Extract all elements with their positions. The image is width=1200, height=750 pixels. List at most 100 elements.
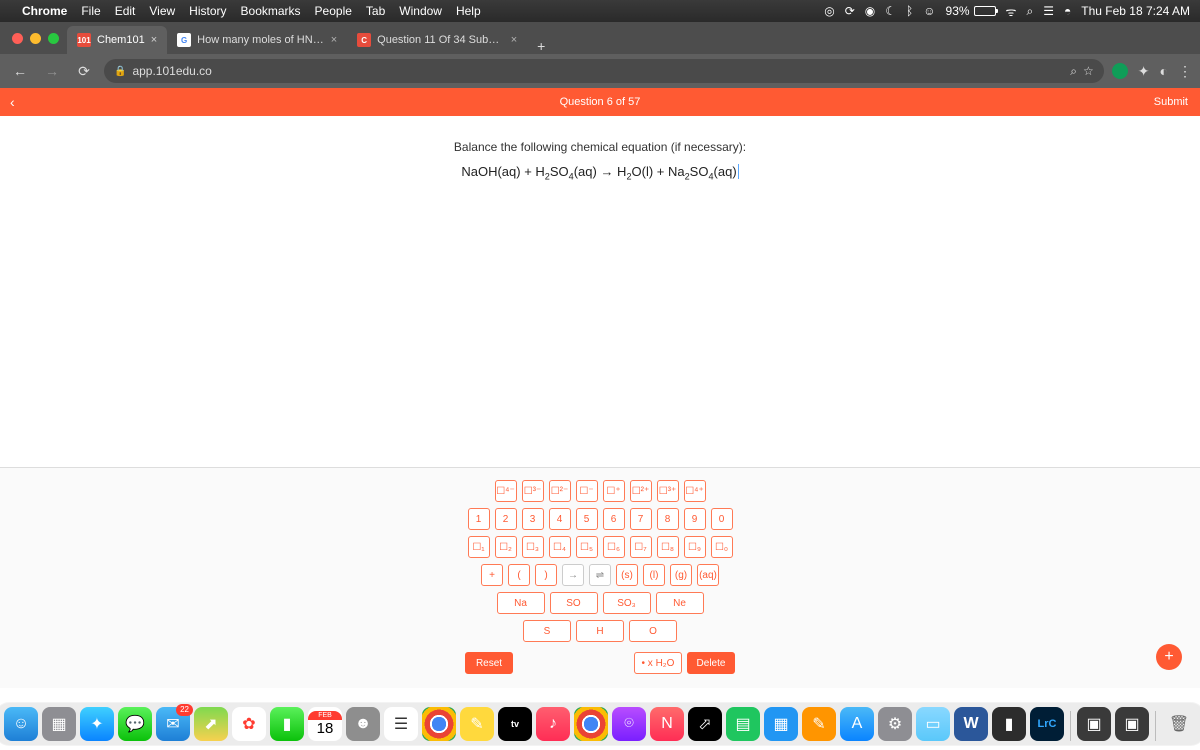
- window-minimize[interactable]: [30, 33, 41, 44]
- new-tab-button[interactable]: +: [527, 38, 555, 54]
- bluetooth-icon[interactable]: ᛒ: [906, 4, 913, 18]
- dock-chrome-2[interactable]: [574, 707, 608, 741]
- key-digit-3[interactable]: 4: [549, 508, 571, 530]
- dock-contacts[interactable]: ☻: [346, 707, 380, 741]
- dock-numbers[interactable]: ▤: [726, 707, 760, 741]
- menu-bookmarks[interactable]: Bookmarks: [241, 4, 301, 18]
- key-digit-4[interactable]: 5: [576, 508, 598, 530]
- key-subscript-5[interactable]: ☐₆: [603, 536, 625, 558]
- dock-safari[interactable]: ✦: [80, 707, 114, 741]
- battery-indicator[interactable]: 93%: [946, 4, 996, 18]
- key-na[interactable]: Na: [497, 592, 545, 614]
- key-charge-3[interactable]: ☐⁻: [576, 480, 598, 502]
- dock-maps[interactable]: ⬈: [194, 707, 228, 741]
- key-h[interactable]: H: [576, 620, 624, 642]
- chrome-menu-icon[interactable]: ⋮: [1178, 63, 1192, 80]
- wifi-icon[interactable]: ᯤ: [1006, 3, 1017, 20]
- dock-tv[interactable]: tv: [498, 707, 532, 741]
- key-s[interactable]: S: [523, 620, 571, 642]
- grammarly-icon[interactable]: ◎: [824, 4, 834, 18]
- dock-pages[interactable]: ✎: [802, 707, 836, 741]
- key-charge-6[interactable]: ☐³⁺: [657, 480, 679, 502]
- key-digit-1[interactable]: 2: [495, 508, 517, 530]
- dock-photos[interactable]: ✿: [232, 707, 266, 741]
- dock-word[interactable]: W: [954, 707, 988, 741]
- key-charge-5[interactable]: ☐²⁺: [630, 480, 652, 502]
- key-subscript-9[interactable]: ☐₀: [711, 536, 733, 558]
- dock-podcasts[interactable]: ⌾: [612, 707, 646, 741]
- menu-app[interactable]: Chrome: [22, 4, 67, 18]
- siri-icon[interactable]: ◓: [1064, 4, 1071, 18]
- dock-keynote[interactable]: ▦: [764, 707, 798, 741]
- question-back[interactable]: ‹: [10, 94, 15, 110]
- url-input[interactable]: 🔒 app.101edu.co ⌕ ☆: [104, 59, 1104, 83]
- key-digit-6[interactable]: 7: [630, 508, 652, 530]
- key-subscript-6[interactable]: ☐₇: [630, 536, 652, 558]
- key-ne[interactable]: Ne: [656, 592, 704, 614]
- key-digit-0[interactable]: 1: [468, 508, 490, 530]
- key-subscript-4[interactable]: ☐₅: [576, 536, 598, 558]
- help-fab[interactable]: +: [1156, 644, 1182, 670]
- menu-window[interactable]: Window: [399, 4, 442, 18]
- star-icon[interactable]: ☆: [1083, 64, 1094, 78]
- key-state-g[interactable]: (g): [670, 564, 692, 586]
- dock-chrome[interactable]: [422, 707, 456, 741]
- key-subscript-8[interactable]: ☐₉: [684, 536, 706, 558]
- menu-tab[interactable]: Tab: [366, 4, 385, 18]
- dock-launchpad[interactable]: ▦: [42, 707, 76, 741]
- tab-chegg[interactable]: C Question 11 Of 34 Submit Balan ×: [347, 26, 527, 54]
- key-digit-9[interactable]: 0: [711, 508, 733, 530]
- key-rparen[interactable]: ): [535, 564, 557, 586]
- key-digit-7[interactable]: 8: [657, 508, 679, 530]
- window-maximize[interactable]: [48, 33, 59, 44]
- dock-reminders[interactable]: ☰: [384, 707, 418, 741]
- dock-stocks[interactable]: ⬀: [688, 707, 722, 741]
- moon-icon[interactable]: ☾: [885, 4, 896, 18]
- clock[interactable]: Thu Feb 18 7:24 AM: [1081, 4, 1190, 18]
- submit-button[interactable]: Submit: [1154, 96, 1188, 108]
- delete-button[interactable]: Delete: [687, 652, 735, 674]
- dock-mail[interactable]: ✉22: [156, 707, 190, 741]
- key-hydrate[interactable]: • x H₂O: [634, 652, 682, 674]
- user-icon[interactable]: ☺: [923, 4, 935, 18]
- display-icon[interactable]: ◉: [865, 4, 875, 18]
- menu-people[interactable]: People: [315, 4, 352, 18]
- extensions-icon[interactable]: ✦: [1138, 63, 1150, 80]
- window-close[interactable]: [12, 33, 23, 44]
- nav-forward[interactable]: →: [40, 63, 64, 79]
- key-state-l[interactable]: (l): [643, 564, 665, 586]
- key-digit-2[interactable]: 3: [522, 508, 544, 530]
- dock-news[interactable]: N: [650, 707, 684, 741]
- dock-trash[interactable]: 🗑: [1162, 707, 1196, 741]
- key-subscript-0[interactable]: ☐₁: [468, 536, 490, 558]
- key-so3[interactable]: SO₃: [603, 592, 651, 614]
- spotlight-icon[interactable]: ⌕: [1027, 4, 1034, 19]
- tab-google-search[interactable]: G How many moles of HNO₃ will b ×: [167, 26, 347, 54]
- key-charge-4[interactable]: ☐⁺: [603, 480, 625, 502]
- key-subscript-7[interactable]: ☐₈: [657, 536, 679, 558]
- key-state-s[interactable]: (s): [616, 564, 638, 586]
- key-charge-0[interactable]: ☐⁴⁻: [495, 480, 517, 502]
- control-center-icon[interactable]: ☰: [1043, 4, 1054, 18]
- key-plus[interactable]: +: [481, 564, 503, 586]
- nav-back[interactable]: ←: [8, 63, 32, 79]
- key-charge-1[interactable]: ☐³⁻: [522, 480, 544, 502]
- menu-view[interactable]: View: [149, 4, 175, 18]
- nav-reload[interactable]: ⟳: [72, 63, 96, 80]
- dock-notes[interactable]: ✎: [460, 707, 494, 741]
- key-subscript-1[interactable]: ☐₂: [495, 536, 517, 558]
- close-icon[interactable]: ×: [151, 34, 157, 46]
- key-charge-7[interactable]: ☐⁴⁺: [684, 480, 706, 502]
- dock-folder[interactable]: ▭: [916, 707, 950, 741]
- menu-history[interactable]: History: [189, 4, 226, 18]
- key-lparen[interactable]: (: [508, 564, 530, 586]
- zoom-icon[interactable]: ⌕: [1070, 64, 1077, 79]
- key-so[interactable]: SO: [550, 592, 598, 614]
- dock-app-generic[interactable]: ▣: [1077, 707, 1111, 741]
- dock-app-generic-2[interactable]: ▣: [1115, 707, 1149, 741]
- dock-music[interactable]: ♪: [536, 707, 570, 741]
- close-icon[interactable]: ×: [331, 34, 337, 46]
- sync-icon[interactable]: ⟳: [845, 4, 855, 18]
- dock-appstore[interactable]: A: [840, 707, 874, 741]
- menu-help[interactable]: Help: [456, 4, 481, 18]
